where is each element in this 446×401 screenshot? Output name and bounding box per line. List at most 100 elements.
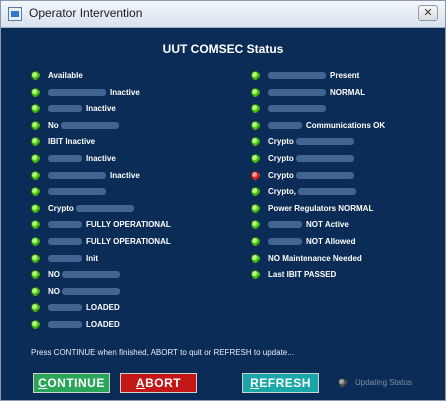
status-led-green-icon (251, 87, 260, 97)
status-led-green-icon (251, 137, 260, 147)
status-led-green-icon (31, 71, 40, 80)
panel-heading: UUT COMSEC Status (162, 42, 284, 56)
status-item-text: Last IBIT PASSED (268, 270, 337, 280)
updating-status-indicator: Updating Status (338, 378, 412, 387)
refresh-button[interactable]: R EFRESH (242, 373, 319, 393)
status-item: Inactive (31, 101, 171, 116)
status-led-green-icon (31, 137, 40, 147)
status-item: NOT Allowed (251, 234, 385, 249)
status-led-green-icon (251, 104, 260, 114)
refresh-button-mnemonic: R (250, 376, 260, 390)
redacted-text (76, 204, 135, 212)
status-item-suffix: NOT Active (306, 220, 349, 230)
status-item: Crypto (251, 168, 385, 183)
status-item-text: NO Maintenance Needed (268, 253, 362, 263)
status-item-suffix: Communications OK (306, 120, 386, 130)
redacted-text (48, 304, 82, 312)
status-column-right: Present NORMAL Communications OK Crypto Cry… (251, 68, 385, 284)
status-item: Crypto, (251, 184, 385, 199)
status-item-suffix: Inactive (86, 104, 116, 114)
status-led-green-icon (31, 104, 40, 114)
status-panel: UUT COMSEC Status Available Inactive Inact… (1, 28, 445, 400)
status-item-prefix: Crypto (268, 153, 294, 163)
redacted-text (296, 138, 355, 146)
status-item-suffix: Present (330, 71, 360, 80)
status-led-green-icon (31, 120, 40, 130)
operator-intervention-window: Operator Intervention ✕ UUT COMSEC Statu… (0, 0, 446, 401)
status-item (251, 101, 385, 116)
status-item-suffix: LOADED (86, 319, 120, 329)
status-led-green-icon (31, 220, 40, 230)
status-item-text: Available (48, 71, 83, 80)
redacted-text (268, 121, 302, 129)
status-led-green-icon (251, 203, 260, 213)
status-item: NORMAL (251, 85, 385, 100)
redacted-text (48, 254, 82, 262)
status-item-prefix: Crypto (268, 137, 294, 147)
status-item: Present (251, 68, 385, 83)
close-button[interactable]: ✕ (418, 5, 438, 21)
continue-button[interactable]: C ONTINUE (33, 373, 110, 393)
status-item-prefix: No (48, 120, 59, 130)
status-led-green-icon (251, 236, 260, 246)
status-item: Communications OK (251, 118, 385, 133)
status-item: Power Regulators NORMAL (251, 201, 385, 216)
updating-status-label: Updating Status (355, 378, 412, 387)
status-item-suffix: Inactive (86, 153, 116, 163)
status-item: FULLY OPERATIONAL (31, 234, 171, 249)
status-item-prefix: Crypto (48, 203, 74, 213)
continue-button-label: ONTINUE (47, 376, 105, 390)
status-item: LOADED (31, 317, 171, 332)
redacted-text (296, 171, 355, 179)
continue-button-mnemonic: C (38, 376, 48, 390)
status-led-green-icon (31, 303, 40, 313)
redacted-text (48, 105, 82, 113)
redacted-text (48, 320, 82, 328)
status-led-green-icon (251, 253, 260, 263)
status-item: Inactive (31, 168, 171, 183)
redacted-text (48, 237, 82, 245)
status-item: Crypto (251, 134, 385, 149)
redacted-text (298, 188, 357, 196)
status-item-prefix: Crypto (268, 170, 294, 180)
status-item-suffix: FULLY OPERATIONAL (86, 236, 171, 246)
redacted-text (268, 105, 326, 113)
status-led-green-icon (31, 319, 40, 329)
redacted-text (296, 154, 355, 162)
status-led-green-icon (31, 203, 40, 213)
status-led-green-icon (251, 153, 260, 163)
status-led-green-icon (31, 153, 40, 163)
status-item: NO Maintenance Needed (251, 251, 385, 266)
status-item: No (31, 118, 171, 133)
window-title: Operator Intervention (29, 6, 143, 20)
status-item: NO (31, 267, 171, 282)
abort-button-mnemonic: A (135, 376, 146, 390)
redacted-text (60, 121, 119, 129)
redacted-text (48, 221, 82, 229)
status-item-prefix: NO (48, 286, 60, 296)
status-led-green-icon (251, 220, 260, 230)
refresh-button-label: EFRESH (259, 376, 311, 390)
abort-button[interactable]: A BORT (120, 373, 197, 393)
status-item-text: IBIT Inactive (48, 137, 96, 147)
status-item: Init (31, 251, 171, 266)
status-item: Crypto (31, 201, 171, 216)
status-item: Last IBIT PASSED (251, 267, 385, 282)
status-item-suffix: Init (86, 253, 98, 263)
status-item: Available (31, 68, 171, 83)
redacted-text (268, 72, 326, 79)
redacted-text (268, 221, 302, 229)
status-led-green-icon (31, 286, 40, 296)
status-led-green-icon (31, 253, 40, 263)
redacted-text (62, 271, 121, 279)
status-item: IBIT Inactive (31, 134, 171, 149)
redacted-text (48, 88, 106, 96)
status-item-suffix: NORMAL (330, 87, 366, 97)
status-item: Crypto (251, 151, 385, 166)
redacted-text (48, 171, 106, 179)
status-led-red-icon (251, 170, 260, 180)
status-item-text: Power Regulators NORMAL (268, 203, 374, 213)
abort-button-label: BORT (145, 376, 182, 390)
status-item-suffix: Inactive (110, 170, 140, 180)
status-led-green-icon (31, 270, 40, 280)
